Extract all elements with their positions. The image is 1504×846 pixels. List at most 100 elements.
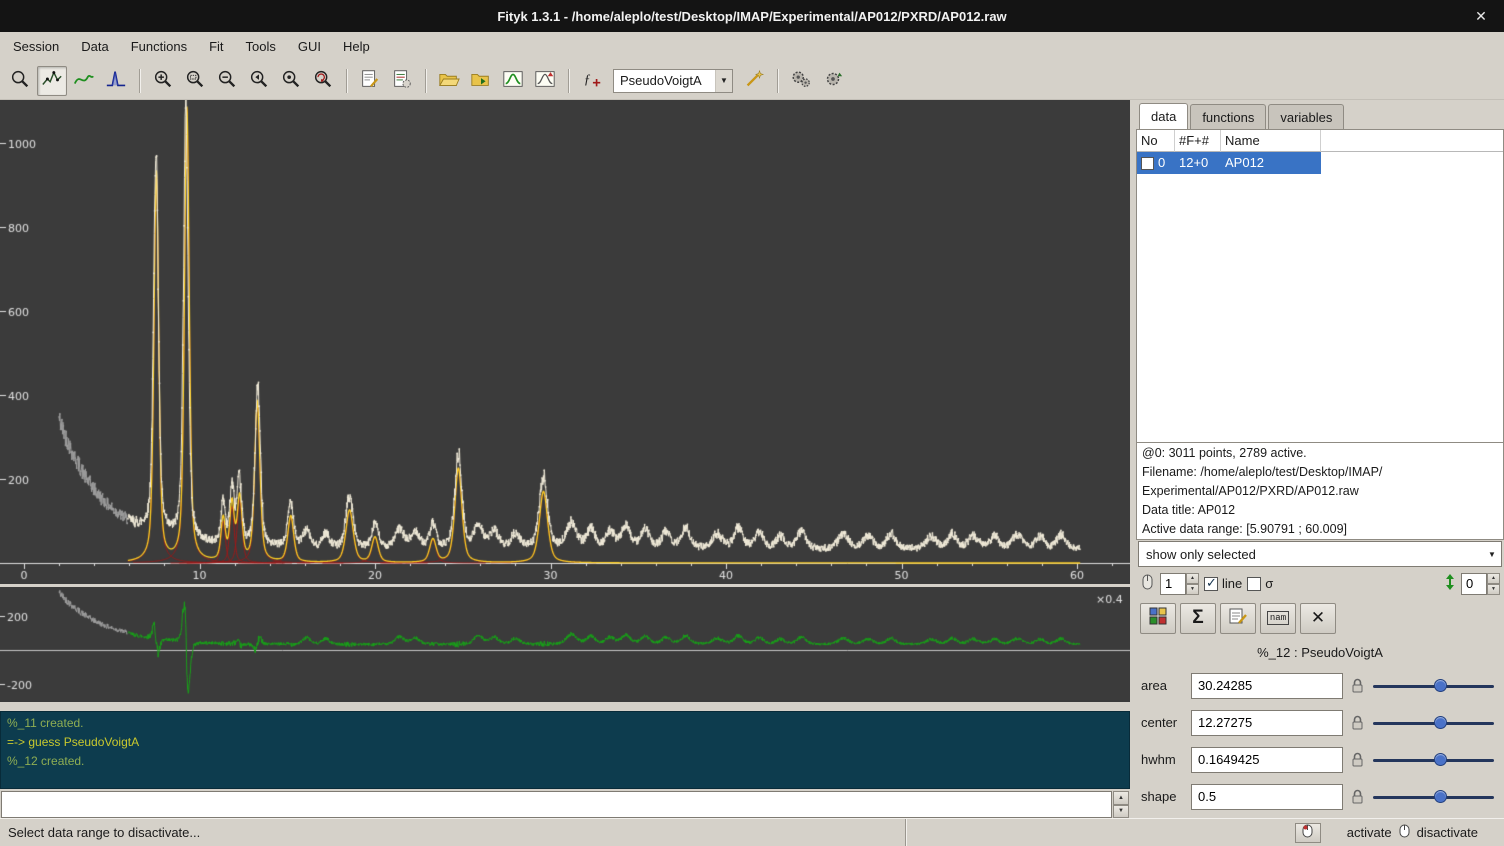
statusbar-divider [905,819,906,846]
param-row-center: center [1136,704,1504,741]
point-size-value[interactable] [1160,573,1186,595]
data-shift-value[interactable] [1461,573,1487,595]
function-edit-icon: ƒ [581,68,603,93]
sigma-checkbox[interactable]: σ [1247,576,1273,591]
slider-thumb[interactable] [1434,716,1447,729]
main-plot-canvas[interactable] [0,100,1130,584]
view-controls-row: ▲▼ line σ ▲▼ [1136,568,1504,599]
zoom-region-button[interactable] [180,66,210,96]
fit-undo-button[interactable] [818,66,848,96]
title-bar: Fityk 1.3.1 - /home/aleplo/test/Desktop/… [0,0,1504,32]
aux-plot-canvas[interactable] [0,587,1130,702]
mouse-action-hints: activate disactivate [1347,824,1504,841]
table-row[interactable]: 012+0AP012 [1137,152,1503,174]
lock-icon[interactable] [1349,752,1365,768]
fit-run-button[interactable] [786,66,816,96]
menu-tools[interactable]: Tools [235,32,287,62]
baseline-mode-button[interactable] [69,66,99,96]
menu-gui[interactable]: GUI [287,32,332,62]
spin-up-icon[interactable]: ▲ [1186,573,1199,584]
open-session-button[interactable] [434,66,464,96]
zoom-back-button[interactable] [244,66,274,96]
slider-thumb[interactable] [1434,753,1447,766]
fityk-window: Fityk 1.3.1 - /home/aleplo/test/Desktop/… [0,0,1504,846]
mouse-buttons-icon [1399,824,1410,841]
auto-add-guess-button[interactable] [739,66,769,96]
spin-up-icon[interactable]: ▲ [1487,573,1500,584]
execute-script-button[interactable] [466,66,496,96]
checkbox-box[interactable] [1204,577,1218,591]
spin-down-icon[interactable]: ▼ [1186,584,1199,595]
menu-fit[interactable]: Fit [198,32,234,62]
dataset-table: No #F+# Name 012+0AP012 [1136,129,1504,443]
param-hwhm-input[interactable] [1191,747,1343,773]
aux-plot-area[interactable] [0,584,1130,702]
add-peak-mode-button[interactable] [101,66,131,96]
select-normal-mode-button[interactable] [5,66,35,96]
zoom-out-button[interactable] [212,66,242,96]
editor-button[interactable] [387,66,417,96]
tab-functions[interactable]: functions [1190,104,1266,129]
spin-down-icon[interactable]: ▼ [1487,584,1500,595]
export-image-button[interactable] [530,66,560,96]
zoom-in-button[interactable] [148,66,178,96]
param-center-slider[interactable] [1371,713,1496,733]
dataset-colors-button[interactable] [1140,603,1176,634]
peak-type-value: PseudoVoigtA [614,73,715,88]
mouse-hint-button[interactable] [1295,823,1321,843]
tab-data[interactable]: data [1139,103,1188,129]
delete-button[interactable]: ✕ [1300,603,1336,634]
lock-icon[interactable] [1349,678,1365,694]
param-shape-slider[interactable] [1371,787,1496,807]
menu-data[interactable]: Data [70,32,119,62]
selected-function-title: %_12 : PseudoVoigtA [1136,645,1504,667]
param-label: shape [1141,789,1185,804]
peak-type-dropdown[interactable]: PseudoVoigtA ▼ [613,69,733,93]
log-button[interactable] [355,66,385,96]
input-history-spinner[interactable]: ▲ ▼ [1113,791,1129,818]
name-functions-button[interactable]: nam [1260,603,1296,634]
table-pencil-icon [1228,606,1248,631]
close-icon[interactable]: ✕ [1472,7,1490,25]
zoom-reset-button[interactable] [308,66,338,96]
zoom-fit-button[interactable] [276,66,306,96]
define-function-button[interactable]: ƒ [577,66,607,96]
main-plot-area[interactable] [0,100,1130,584]
param-shape-input[interactable] [1191,784,1343,810]
show-filter-dropdown[interactable]: show only selected ▼ [1138,541,1502,567]
checkbox-box[interactable] [1247,577,1261,591]
menu-functions[interactable]: Functions [120,32,198,62]
window-title: Fityk 1.3.1 - /home/aleplo/test/Desktop/… [0,9,1504,24]
command-input[interactable] [1,791,1112,818]
param-area-slider[interactable] [1371,676,1496,696]
point-size-spinner[interactable]: ▲▼ [1160,573,1199,595]
menu-help[interactable]: Help [332,32,381,62]
console-line: %_11 created. [7,714,1123,733]
data-shift-spinner[interactable]: ▲▼ [1461,573,1500,595]
spin-up-icon[interactable]: ▲ [1113,791,1129,805]
col-header-functions[interactable]: #F+# [1175,130,1221,152]
edit-params-button[interactable] [1220,603,1256,634]
lock-icon[interactable] [1349,789,1365,805]
line-checkbox[interactable]: line [1204,576,1242,591]
zoom-reset-icon [312,68,334,93]
param-hwhm-slider[interactable] [1371,750,1496,770]
main-toolbar: ƒ PseudoVoigtA ▼ [0,62,1504,100]
toolbar-separator [139,69,140,93]
col-header-no[interactable]: No [1137,130,1175,152]
param-center-input[interactable] [1191,710,1343,736]
toolbar-separator [568,69,569,93]
dataset-checkbox[interactable] [1141,157,1154,170]
save-session-button[interactable] [498,66,528,96]
zoom-out-icon [216,68,238,93]
spin-down-icon[interactable]: ▼ [1113,805,1129,819]
slider-thumb[interactable] [1434,679,1447,692]
param-area-input[interactable] [1191,673,1343,699]
tab-variables[interactable]: variables [1268,104,1344,129]
data-range-mode-button[interactable] [37,66,67,96]
slider-thumb[interactable] [1434,790,1447,803]
col-header-name[interactable]: Name [1221,130,1321,152]
menu-session[interactable]: Session [2,32,70,62]
lock-icon[interactable] [1349,715,1365,731]
sum-button[interactable]: Σ [1180,603,1216,634]
